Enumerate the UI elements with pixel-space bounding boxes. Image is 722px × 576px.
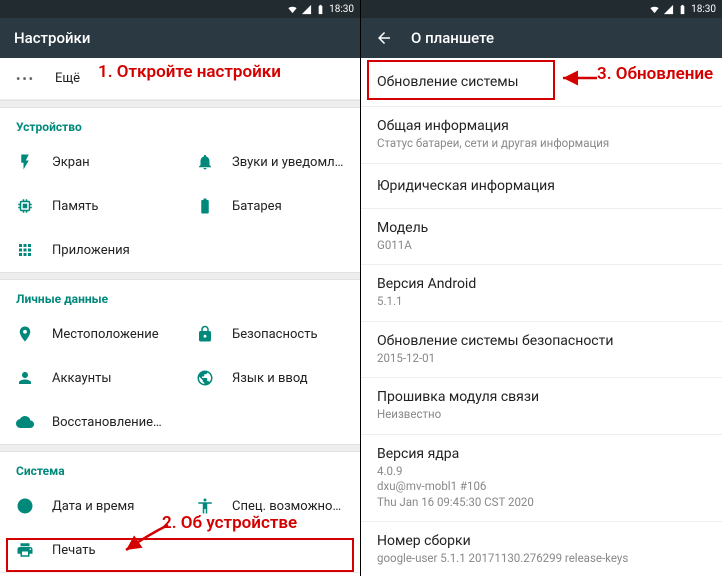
item-model-sub: G011A xyxy=(377,238,706,254)
item-build[interactable]: Номер сборки google-user 5.1.1 20171130.… xyxy=(361,522,722,576)
section-gap xyxy=(0,444,360,452)
status-bar: 18:30 xyxy=(361,0,722,18)
empty-cell xyxy=(180,228,360,272)
settings-panel: 18:30 Настройки ••• Ещё Устройство Экран… xyxy=(0,0,361,576)
item-accessibility-label: Спец. возможности xyxy=(232,499,344,514)
item-baseband[interactable]: Прошивка модуля связи Неизвестно xyxy=(361,378,722,435)
clock-icon xyxy=(16,497,34,515)
item-baseband-sub: Неизвестно xyxy=(377,407,706,423)
item-update[interactable]: Обновление системы xyxy=(361,58,722,107)
item-memory-label: Память xyxy=(52,199,98,214)
item-general-title: Общая информация xyxy=(377,118,706,134)
section-gap xyxy=(0,100,360,108)
empty-cell xyxy=(180,400,360,444)
item-battery[interactable]: Батарея xyxy=(180,184,360,228)
bell-icon xyxy=(196,153,214,171)
battery-item-icon xyxy=(196,197,214,215)
system-grid: Дата и время Спец. возможности Печать xyxy=(0,484,360,572)
more-row[interactable]: ••• Ещё xyxy=(0,58,360,100)
more-icon: ••• xyxy=(16,72,35,86)
item-update-title: Обновление системы xyxy=(377,74,706,90)
item-android[interactable]: Версия Android 5.1.1 xyxy=(361,265,722,322)
item-general-sub: Статус батареи, сети и другая информация xyxy=(377,136,706,152)
item-about[interactable]: О планшете xyxy=(0,572,360,576)
item-secpatch-title: Обновление системы безопасности xyxy=(377,333,706,349)
item-accounts-label: Аккаунты xyxy=(52,371,112,386)
personal-grid: Местоположение Безопасность Аккаунты Язы… xyxy=(0,312,360,444)
apps-icon xyxy=(16,241,34,259)
item-model-title: Модель xyxy=(377,220,706,236)
appbar-about: О планшете xyxy=(361,18,722,58)
memory-icon xyxy=(16,197,34,215)
section-personal: Личные данные xyxy=(0,280,360,312)
section-gap xyxy=(0,272,360,280)
item-secpatch-sub: 2015-12-01 xyxy=(377,351,706,367)
item-android-sub: 5.1.1 xyxy=(377,294,706,310)
item-security-label: Безопасность xyxy=(232,327,318,342)
person-icon xyxy=(16,369,34,387)
signal-icon xyxy=(663,4,674,15)
item-android-title: Версия Android xyxy=(377,276,706,292)
globe-icon xyxy=(196,369,214,387)
appbar-title: Настройки xyxy=(14,29,90,47)
item-build-sub: google-user 5.1.1 20171130.276299 releas… xyxy=(377,551,706,567)
item-datetime[interactable]: Дата и время xyxy=(0,484,180,528)
display-icon xyxy=(16,153,34,171)
wifi-icon xyxy=(649,4,660,15)
item-print-label: Печать xyxy=(52,543,96,558)
status-time: 18:30 xyxy=(329,4,354,15)
item-accounts[interactable]: Аккаунты xyxy=(0,356,180,400)
section-device: Устройство xyxy=(0,108,360,140)
item-legal[interactable]: Юридическая информация xyxy=(361,164,722,209)
item-legal-title: Юридическая информация xyxy=(377,178,706,194)
location-icon xyxy=(16,325,34,343)
device-grid: Экран Звуки и уведомлен… Память Батарея … xyxy=(0,140,360,272)
item-apps-label: Приложения xyxy=(52,243,130,258)
wifi-icon xyxy=(287,4,298,15)
item-memory[interactable]: Память xyxy=(0,184,180,228)
item-language[interactable]: Язык и ввод xyxy=(180,356,360,400)
item-secpatch[interactable]: Обновление системы безопасности 2015-12-… xyxy=(361,322,722,379)
item-battery-label: Батарея xyxy=(232,199,282,214)
item-display-label: Экран xyxy=(52,155,90,170)
item-baseband-title: Прошивка модуля связи xyxy=(377,389,706,405)
item-language-label: Язык и ввод xyxy=(232,371,308,386)
back-button[interactable] xyxy=(375,29,393,47)
item-kernel[interactable]: Версия ядра 4.0.9 dxu@mv-mobl1 #106 Thu … xyxy=(361,435,722,523)
appbar-settings: Настройки xyxy=(0,18,360,58)
item-sound-label: Звуки и уведомлен… xyxy=(232,155,344,170)
item-location-label: Местоположение xyxy=(52,327,159,342)
more-label: Ещё xyxy=(55,71,80,86)
item-print[interactable]: Печать xyxy=(0,528,180,572)
item-sound[interactable]: Звуки и уведомлен… xyxy=(180,140,360,184)
about-panel: 18:30 О планшете Обновление системы Обща… xyxy=(361,0,722,576)
item-backup-label: Восстановление и с… xyxy=(52,415,164,430)
item-datetime-label: Дата и время xyxy=(52,499,134,514)
item-backup[interactable]: Восстановление и с… xyxy=(0,400,180,444)
item-build-title: Номер сборки xyxy=(377,533,706,549)
item-accessibility[interactable]: Спец. возможности xyxy=(180,484,360,528)
status-bar: 18:30 xyxy=(0,0,360,18)
item-general[interactable]: Общая информация Статус батареи, сети и … xyxy=(361,107,722,164)
item-apps[interactable]: Приложения xyxy=(0,228,180,272)
item-kernel-sub: 4.0.9 dxu@mv-mobl1 #106 Thu Jan 16 09:45… xyxy=(377,464,706,511)
empty-cell xyxy=(180,528,360,572)
signal-icon xyxy=(301,4,312,15)
item-security[interactable]: Безопасность xyxy=(180,312,360,356)
appbar-about-title: О планшете xyxy=(411,29,494,47)
print-icon xyxy=(16,541,34,559)
cloud-icon xyxy=(16,413,34,431)
battery-icon xyxy=(677,4,688,15)
status-time: 18:30 xyxy=(691,4,716,15)
item-kernel-title: Версия ядра xyxy=(377,446,706,462)
battery-icon xyxy=(315,4,326,15)
item-location[interactable]: Местоположение xyxy=(0,312,180,356)
item-model[interactable]: Модель G011A xyxy=(361,209,722,266)
lock-icon xyxy=(196,325,214,343)
item-display[interactable]: Экран xyxy=(0,140,180,184)
accessibility-icon xyxy=(196,497,214,515)
section-system: Система xyxy=(0,452,360,484)
